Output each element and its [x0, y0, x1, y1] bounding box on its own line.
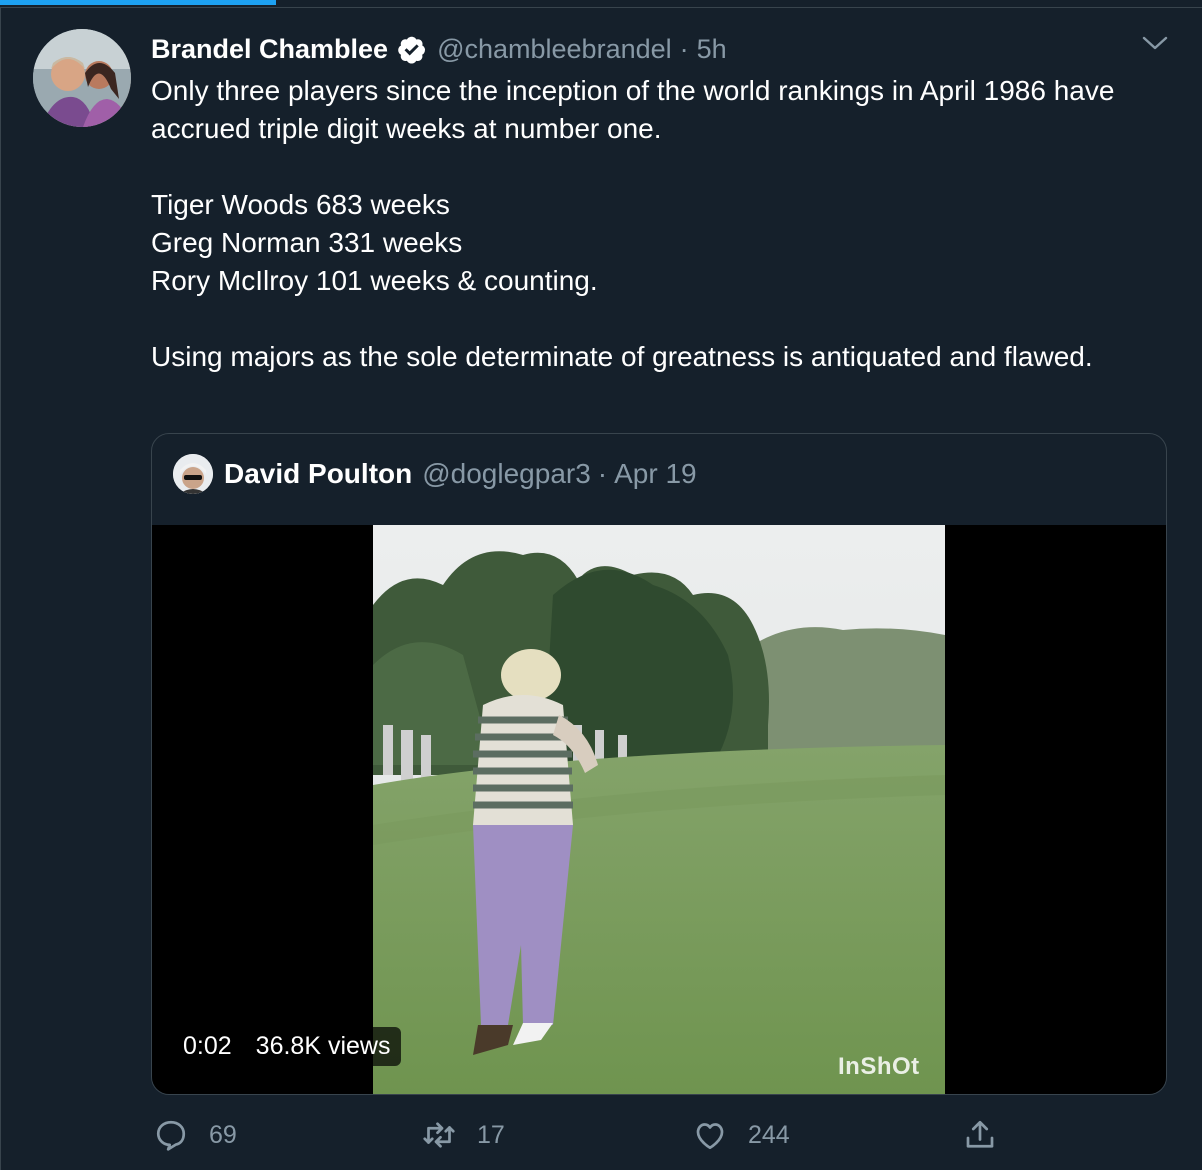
- chevron-down-icon[interactable]: [1140, 32, 1170, 56]
- tweet-text-line: Tiger Woods 683 weeks: [151, 189, 450, 220]
- share-button[interactable]: [962, 1110, 998, 1160]
- timeline-border: [0, 8, 1, 1170]
- share-icon: [966, 1120, 994, 1148]
- retweet-count: 17: [477, 1120, 505, 1149]
- quoted-tweet-header: David Poulton @doglegpar3 · Apr 19: [224, 456, 697, 492]
- tweet-action-bar: 69 17 244: [0, 1110, 1202, 1160]
- quoted-tweet-card[interactable]: David Poulton @doglegpar3 · Apr 19 0:02 …: [151, 433, 1167, 1095]
- tweet-text-paragraph: Only three players since the inception o…: [151, 75, 1115, 144]
- quoted-header-separator: ·: [597, 458, 608, 489]
- quoted-author-display-name[interactable]: David Poulton: [224, 458, 412, 490]
- author-avatar-image: [33, 29, 131, 127]
- video-info-badge: 0:02 36.8K views: [172, 1027, 402, 1066]
- video-thumbnail-golfer: [373, 525, 945, 1094]
- verified-badge-icon: [396, 34, 427, 65]
- like-icon: [696, 1123, 724, 1150]
- tweet-text-line: Greg Norman 331 weeks: [151, 227, 463, 258]
- tweet-text-line: Rory McIlroy 101 weeks & counting.: [151, 265, 598, 296]
- author-avatar[interactable]: [33, 29, 131, 127]
- video-duration: 0:02: [183, 1032, 232, 1060]
- like-button[interactable]: 244: [692, 1110, 790, 1160]
- quoted-author-avatar[interactable]: [173, 454, 213, 494]
- author-handle[interactable]: @chambleebrandel: [437, 34, 672, 65]
- tweet-text-paragraph: Using majors as the sole determinate of …: [151, 341, 1093, 372]
- quoted-tweet-date[interactable]: Apr 19: [614, 458, 697, 490]
- video-player[interactable]: 0:02 36.8K views InShOt: [152, 525, 1166, 1094]
- reply-button[interactable]: 69: [153, 1110, 237, 1160]
- header-separator: ·: [679, 33, 689, 64]
- retweet-icon: [423, 1122, 455, 1148]
- quoted-author-avatar-image: [173, 454, 213, 494]
- author-display-name[interactable]: Brandel Chamblee: [151, 34, 388, 65]
- tweet-body: Only three players since the inception o…: [151, 72, 1161, 376]
- reply-count: 69: [209, 1120, 237, 1149]
- loading-progress-bar: [0, 0, 1202, 8]
- video-frame: [373, 525, 945, 1094]
- like-count: 244: [748, 1120, 790, 1149]
- quoted-author-handle[interactable]: @doglegpar3: [422, 458, 591, 490]
- loading-progress-fill: [0, 0, 277, 5]
- tweet-header: Brandel Chamblee @chambleebrandel · 5h: [151, 31, 727, 67]
- video-watermark: InShOt: [838, 1053, 920, 1080]
- tweet-timestamp[interactable]: 5h: [697, 34, 727, 65]
- video-view-count: 36.8K views: [255, 1032, 391, 1060]
- retweet-button[interactable]: 17: [421, 1110, 505, 1160]
- reply-icon: [156, 1120, 186, 1151]
